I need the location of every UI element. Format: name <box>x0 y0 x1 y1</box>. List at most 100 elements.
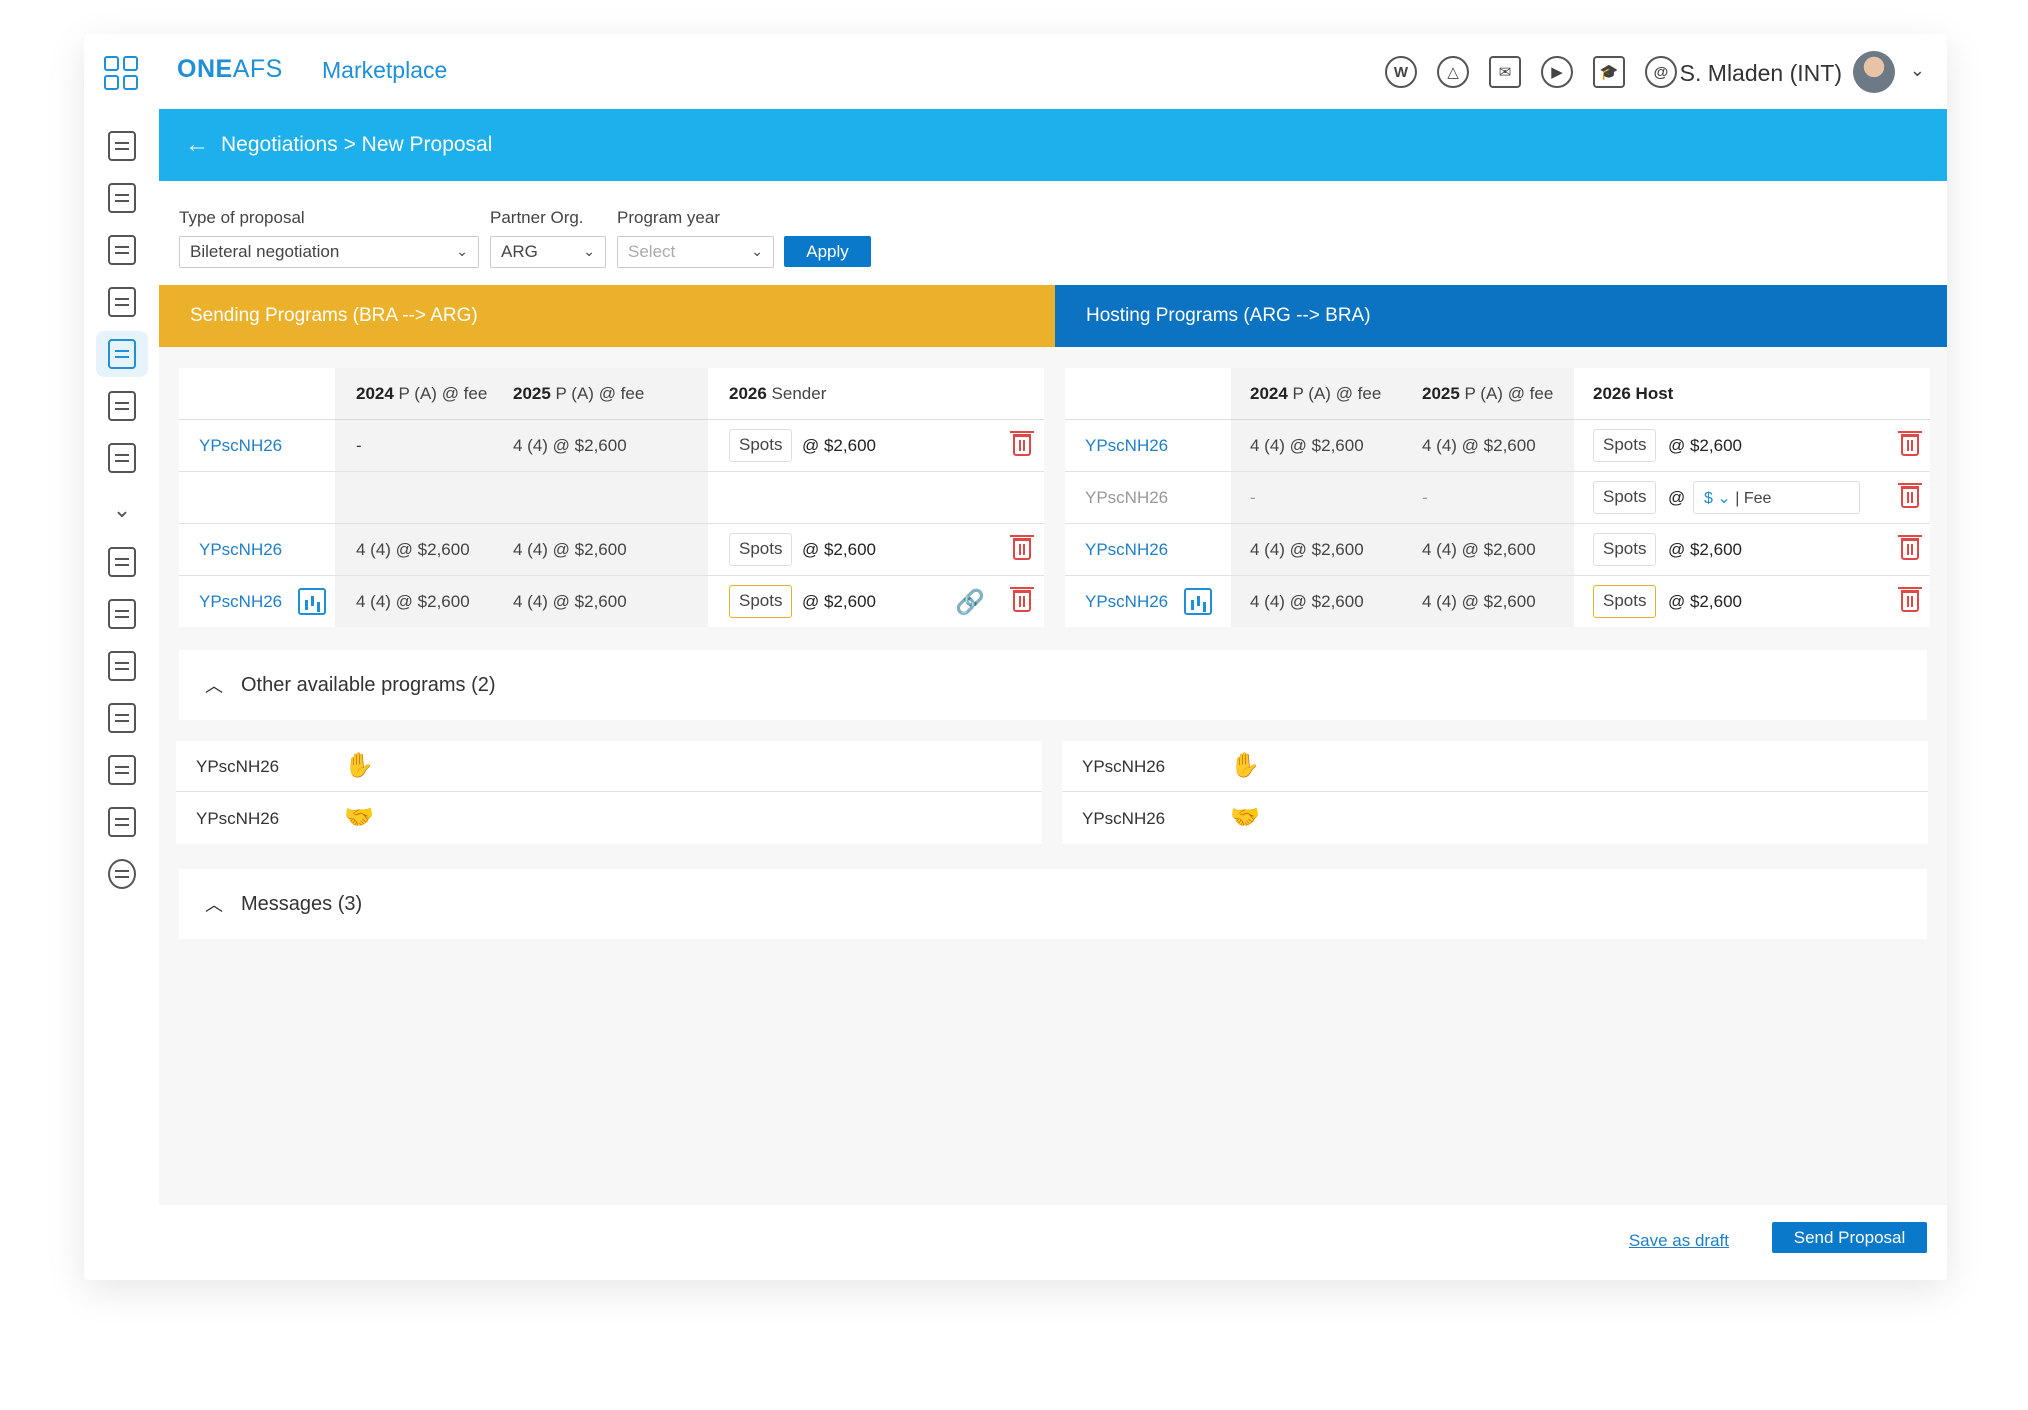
chevron-down-icon: ⌄ <box>751 243 763 259</box>
trash-icon[interactable] <box>1898 587 1922 612</box>
list-item: YPscNH26 🤝 <box>176 793 1042 844</box>
header-2026-host: 2026 Host <box>1593 384 1674 403</box>
wikipedia-icon[interactable]: W <box>1385 56 1417 88</box>
value-2025: 4 (4) @ $2,600 <box>513 592 627 611</box>
fee-value: @ $2,600 <box>802 592 876 611</box>
hand-icon[interactable]: ✋ <box>1230 751 1260 780</box>
sidebar-item-flag[interactable] <box>96 227 148 273</box>
header-2024: 2024 P (A) @ fee <box>1250 384 1382 403</box>
spots-input[interactable]: Spots <box>729 533 793 566</box>
table-row: YPscNH26 - 4 (4) @ $2,600 Spots @ $2,600 <box>179 420 1044 472</box>
fee-input[interactable]: $ ⌄ | Fee <box>1693 481 1860 514</box>
sidebar-item-calendar-grid[interactable] <box>96 591 148 637</box>
hand-icon[interactable]: ✋ <box>344 751 374 780</box>
other-programs-section[interactable]: ︿ Other available programs (2) <box>179 650 1927 720</box>
trash-icon[interactable] <box>1010 535 1034 560</box>
sidebar-item-negotiations[interactable] <box>96 331 148 377</box>
workplace-icon[interactable]: @ <box>1645 56 1677 88</box>
filters-bar: Type of proposal Bileteral negotiation ⌄… <box>159 181 1947 285</box>
sidebar-item-ideas[interactable] <box>96 851 148 897</box>
program-code-link[interactable]: YPscNH26 <box>1085 540 1168 560</box>
table-row: YPscNH26 4 (4) @ $2,600 4 (4) @ $2,600 S… <box>1065 576 1930 628</box>
chevron-up-icon[interactable]: ︿ <box>205 672 223 698</box>
table-row <box>179 472 1044 524</box>
list-item: YPscNH26 ✋ <box>176 741 1042 792</box>
header-2024: 2024 P (A) @ fee <box>356 384 488 403</box>
program-code-link[interactable]: YPscNH26 <box>199 540 282 560</box>
monitor-chart-icon <box>108 807 136 837</box>
brand-logo[interactable]: ONEAFS <box>177 55 283 84</box>
sidebar-expand[interactable]: ⌄ <box>96 487 148 533</box>
fee-value: @ $2,600 <box>1668 540 1742 559</box>
page-header: ← Negotiations > New Proposal <box>159 109 1947 181</box>
video-call-icon[interactable]: ▶ <box>1541 56 1573 88</box>
bar-chart-icon[interactable] <box>298 588 326 615</box>
handshake-icon[interactable]: 🤝 <box>344 803 374 832</box>
sidebar-item-mailbox[interactable] <box>96 175 148 221</box>
sidebar-item-contracts[interactable] <box>96 383 148 429</box>
user-name[interactable]: S. Mladen (INT) <box>1680 60 1842 87</box>
link-icon[interactable]: 🔗 <box>955 588 985 617</box>
sidebar-item-calendar-check[interactable] <box>96 539 148 585</box>
other-programs-title: Other available programs (2) <box>241 673 496 696</box>
trash-icon[interactable] <box>1898 483 1922 508</box>
trash-icon[interactable] <box>1010 587 1034 612</box>
spots-input[interactable]: Spots <box>1593 481 1657 514</box>
trash-icon[interactable] <box>1898 535 1922 560</box>
sidebar-item-monitor[interactable] <box>96 799 148 845</box>
spots-input[interactable]: Spots <box>1593 533 1657 566</box>
chevron-up-icon[interactable]: ︿ <box>205 891 223 917</box>
value-2024: 4 (4) @ $2,600 <box>356 592 470 611</box>
type-select[interactable]: Bileteral negotiation ⌄ <box>179 236 479 268</box>
brand-light: AFS <box>232 55 283 83</box>
type-select-value: Bileteral negotiation <box>190 242 340 261</box>
program-code-link[interactable]: YPscNH26 <box>1085 592 1168 612</box>
spots-input[interactable]: Spots <box>729 429 793 462</box>
save-draft-link[interactable]: Save as draft <box>1629 1231 1729 1251</box>
chevron-down-icon: ⌄ <box>112 497 132 522</box>
sidebar-item-clipboard[interactable] <box>96 123 148 169</box>
program-code-link[interactable]: YPscNH26 <box>199 592 282 612</box>
spots-input[interactable]: Spots <box>1593 429 1657 462</box>
apps-grid-icon[interactable] <box>104 56 138 90</box>
sidebar-item-files[interactable] <box>96 695 148 741</box>
main-content: ← Negotiations > New Proposal Type of pr… <box>159 109 1947 1280</box>
sidebar-item-edit-doc[interactable] <box>96 747 148 793</box>
graduation-cap-icon[interactable]: 🎓 <box>1593 56 1625 88</box>
currency-select[interactable]: $ <box>1704 490 1713 507</box>
type-label: Type of proposal <box>179 208 305 227</box>
back-arrow-icon[interactable]: ← <box>185 131 209 159</box>
avatar[interactable] <box>1853 51 1895 93</box>
calendar-icon <box>108 651 136 681</box>
messages-section[interactable]: ︿ Messages (3) <box>179 869 1927 939</box>
sidebar-item-settings-doc[interactable] <box>96 279 148 325</box>
top-icons: W △ ✉ ▶ 🎓 @ <box>1385 56 1677 88</box>
year-select[interactable]: Select ⌄ <box>617 236 774 268</box>
mail-icon[interactable]: ✉ <box>1489 56 1521 88</box>
lightbulb-icon <box>108 859 136 889</box>
send-proposal-button[interactable]: Send Proposal <box>1772 1222 1927 1253</box>
partner-select[interactable]: ARG ⌄ <box>490 236 606 268</box>
spots-input[interactable]: Spots <box>1593 585 1657 618</box>
apply-button[interactable]: Apply <box>784 236 871 267</box>
spots-input[interactable]: Spots <box>729 585 793 618</box>
footer-bar: Save as draft Send Proposal <box>159 1205 1947 1280</box>
sidebar-item-browser-settings[interactable] <box>96 435 148 481</box>
mailbox-icon <box>108 183 136 213</box>
value-2025: - <box>1422 488 1428 507</box>
program-code-link[interactable]: YPscNH26 <box>199 436 282 456</box>
program-code: YPscNH26 <box>1082 757 1166 776</box>
handshake-icon[interactable]: 🤝 <box>1230 803 1260 832</box>
chevron-down-icon[interactable]: ⌄ <box>1910 60 1925 81</box>
trash-icon[interactable] <box>1898 431 1922 456</box>
bar-chart-icon[interactable] <box>1184 588 1212 615</box>
value-2024: 4 (4) @ $2,600 <box>1250 592 1364 611</box>
program-code: YPscNH26 <box>1085 488 1169 507</box>
program-code-link[interactable]: YPscNH26 <box>1085 436 1168 456</box>
sidebar-item-calendar[interactable] <box>96 643 148 689</box>
drive-icon[interactable]: △ <box>1437 56 1469 88</box>
breadcrumb[interactable]: Negotiations > New Proposal <box>221 133 492 157</box>
trash-icon[interactable] <box>1010 431 1034 456</box>
chevron-down-icon: ⌄ <box>456 243 468 259</box>
exchange-icon <box>108 339 136 369</box>
